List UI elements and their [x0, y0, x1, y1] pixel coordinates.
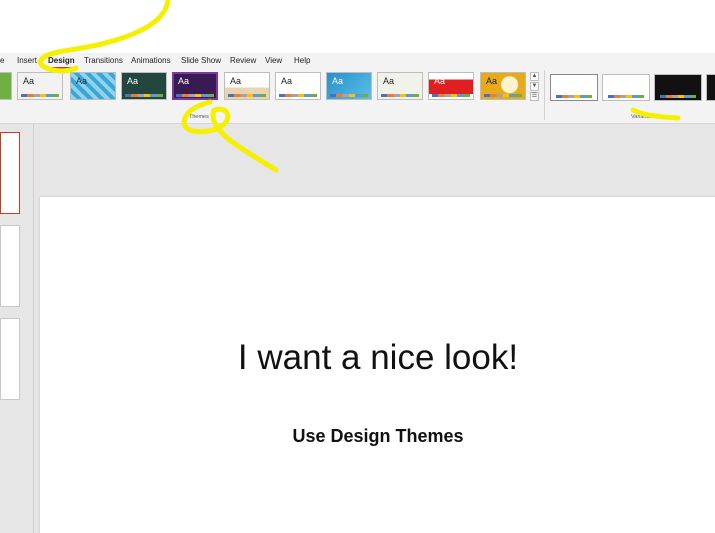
theme-thumb-3[interactable]: Aa	[121, 72, 167, 100]
theme-sample-text: Aa	[281, 76, 293, 86]
theme-sample-text: Aa	[383, 76, 395, 86]
slide-thumbnail-2[interactable]	[0, 225, 20, 307]
ribbon-tabs: e Insert Design Transitions Animations S…	[0, 53, 715, 69]
slide-subtitle[interactable]: Use Design Themes	[40, 426, 715, 447]
slide-thumbnail-3[interactable]	[0, 318, 20, 400]
theme-thumb-6[interactable]: Aa	[275, 72, 321, 100]
theme-sample-text: Aa	[332, 76, 344, 86]
variants-group-label: Variants	[631, 114, 651, 120]
theme-thumb-5[interactable]: Aa	[224, 72, 270, 100]
ribbon: e Insert Design Transitions Animations S…	[0, 53, 715, 124]
theme-thumb-4[interactable]: Aa	[172, 72, 218, 100]
theme-thumb-10[interactable]: Aa	[480, 72, 526, 100]
powerpoint-window: e Insert Design Transitions Animations S…	[0, 0, 715, 533]
theme-thumb-0[interactable]	[0, 72, 12, 100]
slide-thumbnail-1[interactable]	[0, 132, 20, 214]
tab-home[interactable]: e	[0, 56, 4, 65]
title-area	[0, 0, 715, 53]
tab-view[interactable]: View	[265, 56, 282, 65]
themes-scroll-controls: ▲ ▼ ☰	[530, 72, 539, 104]
variant-thumb-0[interactable]	[550, 74, 598, 101]
variant-thumb-1[interactable]	[602, 74, 650, 101]
theme-sample-text: Aa	[486, 76, 498, 86]
variants-gallery	[550, 74, 715, 102]
theme-sample-text: Aa	[230, 76, 242, 86]
theme-thumb-7[interactable]: Aa	[326, 72, 372, 100]
theme-thumb-1[interactable]: Aa	[17, 72, 63, 100]
theme-sample-text: Aa	[178, 76, 190, 86]
slide-thumbnail-pane	[0, 124, 34, 533]
theme-sample-text: Aa	[76, 76, 88, 86]
theme-sample-text: Aa	[434, 76, 446, 86]
theme-thumb-2[interactable]: Aa	[70, 72, 116, 100]
more-gallery-icon[interactable]: ☰	[530, 92, 539, 101]
theme-thumb-9[interactable]: Aa	[428, 72, 474, 100]
themes-gallery: Aa Aa Aa Aa Aa Aa Aa Aa Aa Aa	[0, 72, 540, 102]
tab-help[interactable]: Help	[294, 56, 310, 65]
tab-review[interactable]: Review	[230, 56, 256, 65]
group-divider	[544, 70, 545, 120]
theme-sample-text: Aa	[23, 76, 35, 86]
tab-transitions[interactable]: Transitions	[84, 56, 123, 65]
chevron-up-icon[interactable]: ▲	[530, 72, 539, 81]
tab-insert[interactable]: Insert	[17, 56, 37, 65]
variant-thumb-3[interactable]	[706, 74, 715, 101]
tab-animations[interactable]: Animations	[131, 56, 171, 65]
chevron-down-icon[interactable]: ▼	[530, 82, 539, 91]
theme-sample-text: Aa	[127, 76, 139, 86]
variant-thumb-2[interactable]	[654, 74, 702, 101]
themes-group-label: Themes	[189, 114, 209, 120]
slide-title[interactable]: I want a nice look!	[40, 338, 715, 378]
tab-design[interactable]: Design	[48, 56, 75, 69]
theme-thumb-8[interactable]: Aa	[377, 72, 423, 100]
tab-slide-show[interactable]: Slide Show	[181, 56, 221, 65]
